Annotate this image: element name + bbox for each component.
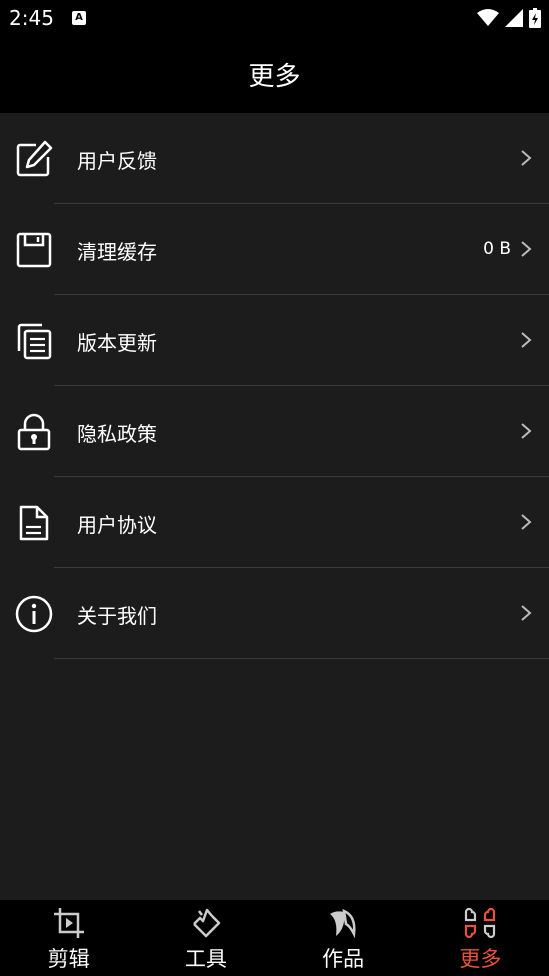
battery-icon: [529, 8, 541, 28]
menu-item-feedback[interactable]: 用户反馈: [0, 113, 549, 204]
chevron-right-icon: [521, 150, 532, 166]
tab-edit[interactable]: 剪辑: [0, 900, 137, 976]
works-icon: [330, 908, 356, 939]
chevron-right-icon: [521, 423, 532, 439]
wifi-icon: [477, 9, 499, 26]
tools-icon: [192, 908, 221, 938]
tab-more[interactable]: 更多: [412, 900, 549, 976]
crop-play-icon: [53, 908, 84, 938]
tab-label: 更多: [459, 947, 502, 971]
save-disk-icon: [16, 232, 52, 268]
menu-item-label: 用户反馈: [77, 149, 157, 173]
page-header: 更多: [0, 38, 549, 113]
tab-tools[interactable]: 工具: [137, 900, 274, 976]
copy-documents-icon: [17, 323, 52, 360]
tab-label: 剪辑: [47, 947, 90, 971]
chevron-right-icon: [521, 332, 532, 348]
menu-item-label: 隐私政策: [77, 422, 157, 446]
menu-item-label: 关于我们: [77, 604, 157, 628]
menu-item-version-update[interactable]: 版本更新: [0, 295, 549, 386]
status-bar: 2:45 A: [0, 0, 549, 38]
menu-item-label: 用户协议: [77, 513, 157, 537]
menu-item-user-agreement[interactable]: 用户协议: [0, 477, 549, 568]
tab-label: 工具: [184, 947, 227, 971]
tab-works[interactable]: 作品: [275, 900, 412, 976]
page-title: 更多: [248, 62, 301, 92]
divider: [54, 658, 549, 659]
bottom-nav: 剪辑 工具 作品 更多: [0, 900, 549, 976]
menu-item-about-us[interactable]: 关于我们: [0, 568, 549, 659]
settings-list: 用户反馈 清理缓存 0 B 版本更新 隐私政策 用户协议 关于我们: [0, 113, 549, 900]
lock-icon: [17, 413, 51, 451]
notification-icon: A: [72, 11, 86, 25]
menu-item-privacy-policy[interactable]: 隐私政策: [0, 386, 549, 477]
menu-item-label: 版本更新: [77, 331, 157, 355]
status-time: 2:45: [9, 6, 54, 30]
signal-icon: [505, 9, 523, 27]
status-indicators: [477, 8, 541, 28]
chevron-right-icon: [521, 605, 532, 621]
chevron-right-icon: [521, 514, 532, 530]
more-grid-icon: [465, 907, 496, 939]
notification-glyph: A: [75, 12, 83, 23]
edit-icon: [16, 140, 53, 177]
info-icon: [15, 595, 53, 633]
tab-label: 作品: [322, 947, 365, 971]
cache-size-value: 0 B: [483, 239, 511, 259]
menu-item-label: 清理缓存: [77, 240, 157, 264]
document-icon: [19, 505, 49, 541]
chevron-right-icon: [521, 241, 532, 257]
menu-item-clear-cache[interactable]: 清理缓存 0 B: [0, 204, 549, 295]
